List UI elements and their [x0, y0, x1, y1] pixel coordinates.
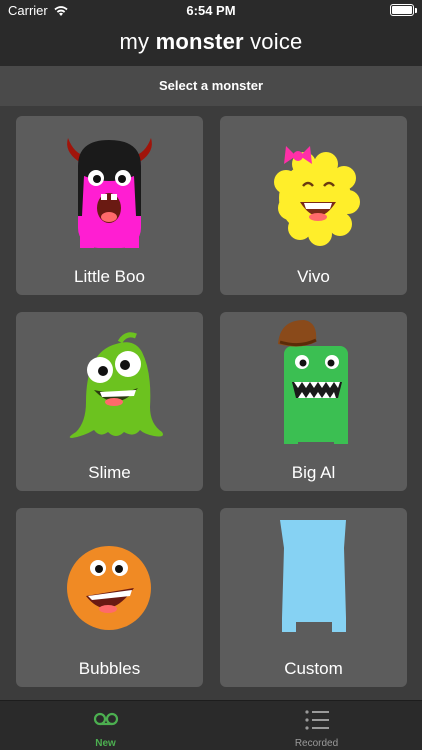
monster-label: Big Al [291, 463, 336, 482]
monster-label: Vivo [297, 267, 330, 286]
big-al-monster-icon [278, 320, 348, 444]
vivo-monster-icon [274, 146, 360, 246]
monster-label: Slime [88, 463, 131, 482]
status-time: 6:54 PM [186, 3, 236, 18]
section-header: Select a monster [0, 66, 422, 106]
status-bar: Carrier 6:54 PM [0, 0, 422, 22]
title-prefix: my [119, 29, 150, 54]
title-strong: monster [155, 29, 244, 54]
app-title: my monster voice [0, 22, 422, 66]
tab-label: Recorded [294, 738, 339, 749]
little-boo-monster-icon [67, 138, 152, 248]
title-suffix: voice [250, 29, 303, 54]
monster-tile-little-boo[interactable]: Little Boo [16, 116, 203, 295]
slime-monster-icon [69, 332, 163, 438]
tab-recorded[interactable]: Recorded [211, 701, 422, 750]
tab-label: New [95, 738, 116, 749]
monster-tile-custom[interactable]: Custom [220, 508, 407, 687]
voicemail-icon [93, 712, 119, 726]
status-right [390, 4, 417, 16]
monster-tile-bubbles[interactable]: Bubbles [16, 508, 203, 687]
monster-label: Custom [284, 659, 343, 678]
tab-bar: New Recorded [0, 700, 422, 750]
monster-label: Little Boo [74, 267, 145, 286]
battery-icon [390, 4, 417, 16]
tab-new[interactable]: New [0, 701, 211, 750]
monster-tile-slime[interactable]: Slime [16, 312, 203, 491]
custom-monster-icon [280, 520, 346, 632]
bubbles-monster-icon [67, 546, 151, 630]
list-icon [305, 710, 329, 730]
monster-tile-big-al[interactable]: Big Al [220, 312, 407, 491]
monster-tile-vivo[interactable]: Vivo [220, 116, 407, 295]
monster-grid: Little Boo Vivo Slime Big Al Bubbles Cus… [16, 116, 407, 687]
monster-label: Bubbles [78, 659, 141, 678]
